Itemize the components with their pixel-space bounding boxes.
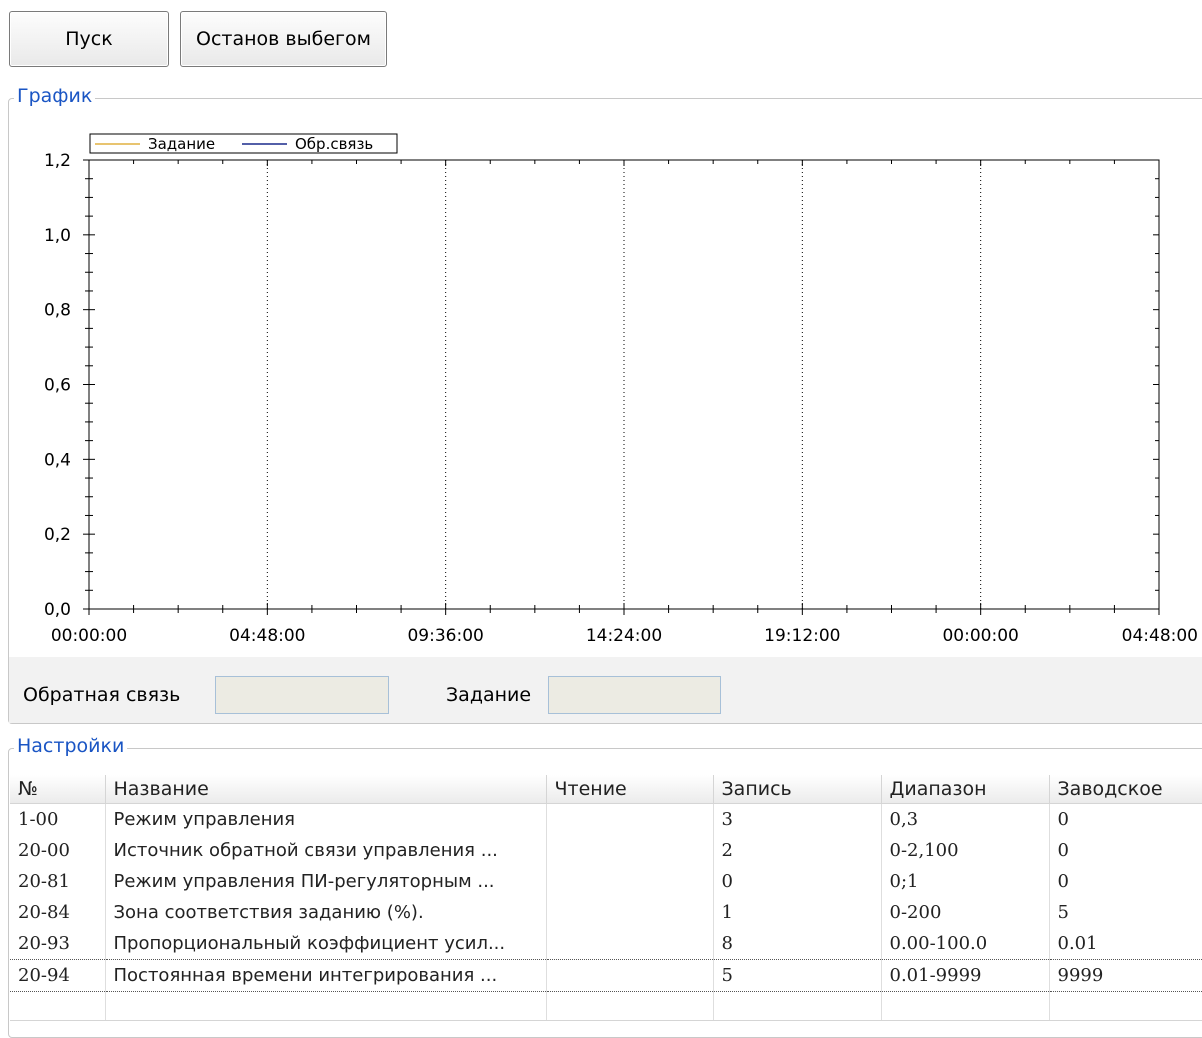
- settings-group-title: Настройки: [14, 735, 128, 757]
- cell-write[interactable]: 5: [713, 959, 882, 992]
- y-tick-label: 1,2: [44, 151, 71, 171]
- cell-name: Режим управления: [105, 803, 547, 835]
- chart-svg: 0,0 0,2 0,4 0,6 0,8 1,0 1,2 00:00:00 04:48:00 09:…: [44, 133, 1198, 646]
- x-tick-label: 14:24:00: [586, 626, 662, 646]
- cell-empty: [546, 991, 714, 1021]
- column-header-read[interactable]: Чтение: [546, 775, 714, 804]
- cell-no: 20-94: [10, 959, 106, 992]
- cell-write[interactable]: 1: [713, 897, 882, 928]
- cell-factory: 5: [1049, 897, 1202, 928]
- cell-write[interactable]: 3: [713, 803, 882, 835]
- cell-factory: 0: [1049, 803, 1202, 835]
- table-row[interactable]: 20-93 Пропорциональный коэффициент усил.…: [10, 928, 1202, 960]
- column-header-no[interactable]: №: [10, 775, 106, 804]
- legend-label-setpoint: Задание: [148, 135, 215, 153]
- cell-factory: 0.01: [1049, 928, 1202, 960]
- x-tick-label: 19:12:00: [764, 626, 840, 646]
- x-tick-label: 00:00:00: [51, 626, 127, 646]
- y-tick-label: 1,0: [44, 226, 71, 246]
- cell-factory: 9999: [1049, 959, 1202, 992]
- cell-name: Постоянная времени интегрирования ...: [105, 959, 547, 992]
- table-row[interactable]: 20-84 Зона соответствия заданию (%). 1 0…: [10, 897, 1202, 928]
- table-row[interactable]: 20-81 Режим управления ПИ-регуляторным .…: [10, 866, 1202, 897]
- chart-tick-labels: 0,0 0,2 0,4 0,6 0,8 1,0 1,2 00:00:00 04:48:00 09:…: [44, 151, 1198, 646]
- cell-factory: 0: [1049, 835, 1202, 866]
- cell-name: Источник обратной связи управления ...: [105, 835, 547, 866]
- cell-empty: [881, 991, 1050, 1021]
- column-header-write[interactable]: Запись: [713, 775, 882, 804]
- cell-range: 0.01-9999: [881, 959, 1050, 992]
- cell-name: Режим управления ПИ-регуляторным ...: [105, 866, 547, 897]
- feedback-field: [215, 676, 389, 714]
- chart-grid: [266, 160, 982, 609]
- cell-read: [546, 928, 714, 960]
- column-header-name[interactable]: Название: [105, 775, 547, 804]
- x-tick-label: 00:00:00: [942, 626, 1018, 646]
- cell-no: 20-93: [10, 928, 106, 960]
- setpoint-label: Задание: [446, 684, 532, 706]
- y-tick-label: 0,6: [44, 376, 71, 396]
- table-header-row: № Название Чтение Запись Диапазон Заводс…: [10, 775, 1202, 804]
- table-row[interactable]: 20-00 Источник обратной связи управления…: [10, 835, 1202, 866]
- cell-no: 20-84: [10, 897, 106, 928]
- column-header-factory[interactable]: Заводское: [1049, 775, 1202, 804]
- cell-read: [546, 959, 714, 992]
- cell-range: 0;1: [881, 866, 1050, 897]
- column-header-range[interactable]: Диапазон: [881, 775, 1050, 804]
- cell-read: [546, 897, 714, 928]
- table-row-selected[interactable]: 20-94 Постоянная времени интегрирования …: [10, 959, 1202, 992]
- cell-read: [546, 866, 714, 897]
- y-tick-label: 0,4: [44, 450, 71, 470]
- settings-table[interactable]: № Название Чтение Запись Диапазон Заводс…: [10, 775, 1202, 1021]
- cell-factory: 0: [1049, 866, 1202, 897]
- cell-write[interactable]: 8: [713, 928, 882, 960]
- cell-write[interactable]: 2: [713, 835, 882, 866]
- setpoint-field: [548, 676, 721, 714]
- table-row-empty[interactable]: [10, 991, 1202, 1021]
- cell-range: 0-2,100: [881, 835, 1050, 866]
- x-tick-label: 04:48:00: [229, 626, 305, 646]
- y-tick-label: 0,2: [44, 525, 71, 545]
- cell-range: 0,3: [881, 803, 1050, 835]
- cell-name: Пропорциональный коэффициент усил...: [105, 928, 547, 960]
- chart-ticks: [83, 159, 1160, 615]
- x-tick-label: 09:36:00: [407, 626, 483, 646]
- y-tick-label: 0,8: [44, 301, 71, 321]
- cell-range: 0.00-100.0: [881, 928, 1050, 960]
- cell-write[interactable]: 0: [713, 866, 882, 897]
- cell-read: [546, 835, 714, 866]
- cell-read: [546, 803, 714, 835]
- legend-label-feedback: Обр.связь: [295, 135, 373, 153]
- cell-empty: [1049, 991, 1202, 1021]
- cell-name: Зона соответствия заданию (%).: [105, 897, 547, 928]
- y-tick-label: 0,0: [44, 600, 71, 620]
- cell-range: 0-200: [881, 897, 1050, 928]
- cell-no: 20-81: [10, 866, 106, 897]
- cell-no: 1-00: [10, 803, 106, 835]
- feedback-label: Обратная связь: [23, 684, 181, 706]
- chart-legend: Задание Обр.связь: [89, 133, 398, 154]
- x-tick-label: 04:48:00: [1122, 626, 1198, 646]
- cell-empty: [713, 991, 882, 1021]
- cell-empty: [10, 991, 106, 1021]
- cell-no: 20-00: [10, 835, 106, 866]
- table-row[interactable]: 1-00 Режим управления 3 0,3 0: [10, 803, 1202, 835]
- cell-empty: [105, 991, 547, 1021]
